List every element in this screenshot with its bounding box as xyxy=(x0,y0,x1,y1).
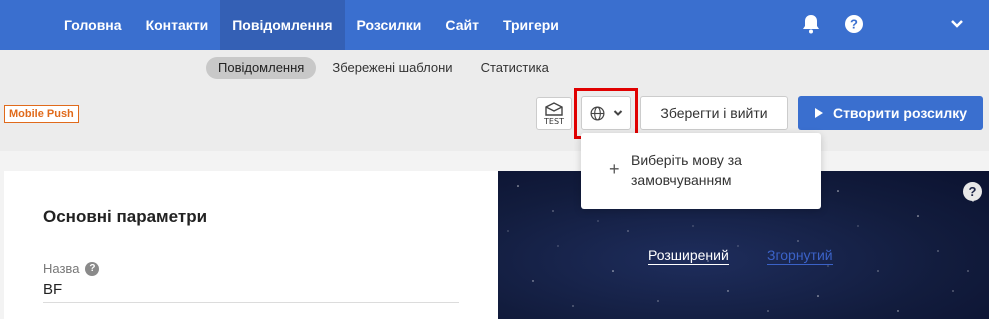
save-and-exit-button[interactable]: Зберегти і вийти xyxy=(640,96,788,130)
globe-icon xyxy=(590,106,604,120)
language-select-button[interactable] xyxy=(581,96,631,130)
nav-item-site[interactable]: Сайт xyxy=(433,0,491,50)
subnav-messages[interactable]: Повідомлення xyxy=(206,57,317,79)
envelope-icon xyxy=(545,101,563,116)
section-title: Основні параметри xyxy=(43,207,208,226)
chevron-down-icon xyxy=(613,110,622,116)
name-field[interactable]: BF xyxy=(43,281,62,298)
nav-item-campaigns[interactable]: Розсилки xyxy=(345,0,434,50)
sub-navigation: Повідомлення Збережені шаблони Статистик… xyxy=(206,57,561,79)
nav-item-messages[interactable]: Повідомлення xyxy=(220,0,345,50)
select-default-language-item[interactable]: + Виберіть мову за замовчуванням xyxy=(581,133,821,209)
help-icon[interactable]: ? xyxy=(844,14,864,34)
help-icon[interactable]: ? xyxy=(85,261,100,276)
subnav-statistics[interactable]: Статистика xyxy=(469,57,561,79)
nav-item-triggers[interactable]: Тригери xyxy=(491,0,571,50)
bell-icon[interactable] xyxy=(801,14,821,34)
svg-text:?: ? xyxy=(850,17,858,32)
language-dropdown: + Виберіть мову за замовчуванням xyxy=(581,133,821,209)
chevron-down-icon[interactable] xyxy=(947,14,967,34)
name-label-text: Назва xyxy=(43,261,80,276)
channel-badge: Mobile Push xyxy=(4,105,79,123)
create-campaign-label: Створити розсилку xyxy=(832,105,968,121)
top-navigation: Головна Контакти Повідомлення Розсилки С… xyxy=(0,0,989,50)
create-campaign-button[interactable]: Створити розсилку xyxy=(798,96,983,130)
preview-help-icon[interactable]: ? xyxy=(963,182,982,201)
test-send-button[interactable]: TEST xyxy=(536,97,572,130)
tab-extended[interactable]: Розширений xyxy=(648,247,729,265)
tab-collapsed[interactable]: Згорнутий xyxy=(767,247,833,265)
nav-item-home[interactable]: Головна xyxy=(52,0,134,50)
select-default-language-label: Виберіть мову за замовчуванням xyxy=(631,152,742,188)
name-field-label: Назва ? xyxy=(43,261,100,276)
main-menu: Головна Контакти Повідомлення Розсилки С… xyxy=(52,0,571,50)
nav-item-contacts[interactable]: Контакти xyxy=(134,0,221,50)
play-icon xyxy=(814,108,823,118)
plus-icon: + xyxy=(609,159,620,179)
test-label: TEST xyxy=(544,116,564,126)
field-underline xyxy=(43,302,459,303)
settings-card: Основні параметри Назва ? BF xyxy=(4,171,498,319)
subnav-saved-templates[interactable]: Збережені шаблони xyxy=(320,57,464,79)
